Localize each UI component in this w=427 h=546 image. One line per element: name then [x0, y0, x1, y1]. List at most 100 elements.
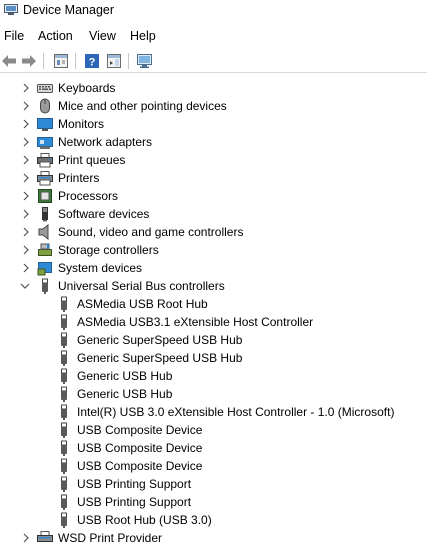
tree-item-label: USB Printing Support: [77, 477, 192, 491]
monitor-scan-icon[interactable]: [136, 52, 154, 70]
tree-item-label: ASMedia USB Root Hub: [77, 297, 208, 311]
tree-item-label: Mice and other pointing devices: [58, 99, 227, 113]
tree-item-usb-device[interactable]: ASMedia USB3.1 eXtensible Host Controlle…: [0, 313, 427, 331]
tree-item-label: Generic USB Hub: [77, 387, 173, 401]
chevron-down-icon[interactable]: [18, 278, 32, 294]
chevron-right-icon[interactable]: [20, 530, 34, 546]
tree-item-usb-device[interactable]: Generic SuperSpeed USB Hub: [0, 331, 427, 349]
tree-item-label: WSD Print Provider: [58, 531, 163, 545]
tree-item-wsd-print-provider[interactable]: WSD Print Provider: [0, 529, 427, 546]
tree-item-system-devices[interactable]: System devices: [0, 259, 427, 277]
svg-text:?: ?: [89, 57, 96, 69]
usb-device-icon: [61, 350, 67, 366]
properties-icon[interactable]: [52, 52, 70, 70]
tree-item-usb-device[interactable]: USB Composite Device: [0, 457, 427, 475]
title-bar: Device Manager: [0, 0, 427, 22]
tree-item-label: Intel(R) USB 3.0 eXtensible Host Control…: [77, 405, 395, 419]
tree-item-usb-device[interactable]: USB Root Hub (USB 3.0): [0, 511, 427, 529]
tree-item-mice[interactable]: Mice and other pointing devices: [0, 97, 427, 115]
tree-item-printers[interactable]: Printers: [0, 169, 427, 187]
tree-item-label: Software devices: [58, 207, 150, 221]
usb-device-icon: [61, 476, 67, 492]
tree-item-usb-controllers[interactable]: Universal Serial Bus controllers: [0, 277, 427, 295]
device-manager-app-icon: [4, 4, 18, 15]
usb-device-icon: [61, 296, 67, 312]
toolbar-separator: [43, 53, 44, 69]
tree-item-label: Storage controllers: [58, 243, 159, 257]
tree-item-label: Generic SuperSpeed USB Hub: [77, 333, 243, 347]
tree-item-usb-device[interactable]: USB Composite Device: [0, 439, 427, 457]
tree-item-usb-device[interactable]: USB Printing Support: [0, 475, 427, 493]
usb-device-icon: [61, 386, 67, 402]
tree-item-usb-device[interactable]: USB Composite Device: [0, 421, 427, 439]
tree-item-usb-device[interactable]: Generic USB Hub: [0, 385, 427, 403]
tree-item-label: Monitors: [58, 117, 105, 131]
menu-help[interactable]: Help: [130, 29, 156, 43]
tree-item-label: USB Composite Device: [77, 459, 203, 473]
help-icon[interactable]: ?: [83, 52, 101, 70]
chevron-right-icon[interactable]: [20, 260, 34, 276]
tree-item-network-adapters[interactable]: Network adapters: [0, 133, 427, 151]
menu-action[interactable]: Action: [38, 29, 73, 43]
system-devices-icon: [37, 262, 52, 276]
usb-device-icon: [61, 494, 67, 510]
chevron-right-icon[interactable]: [20, 152, 34, 168]
tree-item-processors[interactable]: Processors: [0, 187, 427, 205]
tree-item-label: Sound, video and game controllers: [58, 225, 244, 239]
tree-item-label: Network adapters: [58, 135, 153, 149]
action-pane-icon[interactable]: [105, 52, 123, 70]
chevron-right-icon[interactable]: [20, 224, 34, 240]
tree-item-label: Universal Serial Bus controllers: [58, 279, 225, 293]
chevron-right-icon[interactable]: [20, 188, 34, 204]
toolbar-separator: [128, 53, 129, 69]
tree-item-print-queues[interactable]: Print queues: [0, 151, 427, 169]
back-arrow-icon[interactable]: [0, 52, 18, 70]
usb-device-icon: [61, 368, 67, 384]
speaker-icon: [38, 224, 49, 240]
chevron-right-icon[interactable]: [20, 80, 34, 96]
tree-item-monitors[interactable]: Monitors: [0, 115, 427, 133]
printer-icon: [37, 171, 53, 186]
forward-arrow-icon[interactable]: [20, 52, 38, 70]
chevron-right-icon[interactable]: [20, 206, 34, 222]
menu-view[interactable]: View: [89, 29, 116, 43]
tree-item-label: Generic SuperSpeed USB Hub: [77, 351, 243, 365]
network-adapter-icon: [37, 137, 53, 149]
tree-item-usb-device[interactable]: Generic SuperSpeed USB Hub: [0, 349, 427, 367]
usb-device-icon: [61, 404, 67, 420]
tree-item-label: Print queues: [58, 153, 126, 167]
mouse-icon: [40, 98, 50, 114]
tree-item-label: USB Root Hub (USB 3.0): [77, 513, 212, 527]
tree-item-label: USB Composite Device: [77, 423, 203, 437]
tree-item-label: System devices: [58, 261, 143, 275]
menu-file[interactable]: File: [4, 29, 24, 43]
chevron-right-icon[interactable]: [20, 170, 34, 186]
print-queue-icon: [37, 153, 53, 168]
toolbar-separator: [75, 53, 76, 69]
window-title: Device Manager: [23, 3, 115, 17]
usb-device-icon: [61, 332, 67, 348]
tree-item-sound-video-game[interactable]: Sound, video and game controllers: [0, 223, 427, 241]
tree-item-label: Processors: [58, 189, 119, 203]
tree-item-usb-device[interactable]: Intel(R) USB 3.0 eXtensible Host Control…: [0, 403, 427, 421]
chevron-right-icon[interactable]: [20, 116, 34, 132]
tree-item-usb-device[interactable]: ASMedia USB Root Hub: [0, 295, 427, 313]
tree-item-software-devices[interactable]: Software devices: [0, 205, 427, 223]
usb-icon: [42, 278, 48, 294]
tree-item-usb-device[interactable]: Generic USB Hub: [0, 367, 427, 385]
menu-bar: File Action View Help: [0, 27, 427, 46]
tree-item-keyboards[interactable]: Keyboards: [0, 79, 427, 97]
usb-device-icon: [61, 458, 67, 474]
chevron-right-icon[interactable]: [20, 98, 34, 114]
tree-item-usb-device[interactable]: USB Printing Support: [0, 493, 427, 511]
tree-item-label: Generic USB Hub: [77, 369, 173, 383]
tree-item-storage-controllers[interactable]: Storage controllers: [0, 241, 427, 259]
tree-item-label: Printers: [58, 171, 100, 185]
chevron-right-icon[interactable]: [20, 242, 34, 258]
tree-item-label: USB Composite Device: [77, 441, 203, 455]
tree-item-label: USB Printing Support: [77, 495, 192, 509]
chevron-right-icon[interactable]: [20, 134, 34, 150]
keyboard-icon: [37, 84, 53, 93]
software-device-icon: [42, 207, 48, 222]
tree-item-label: Keyboards: [58, 81, 116, 95]
